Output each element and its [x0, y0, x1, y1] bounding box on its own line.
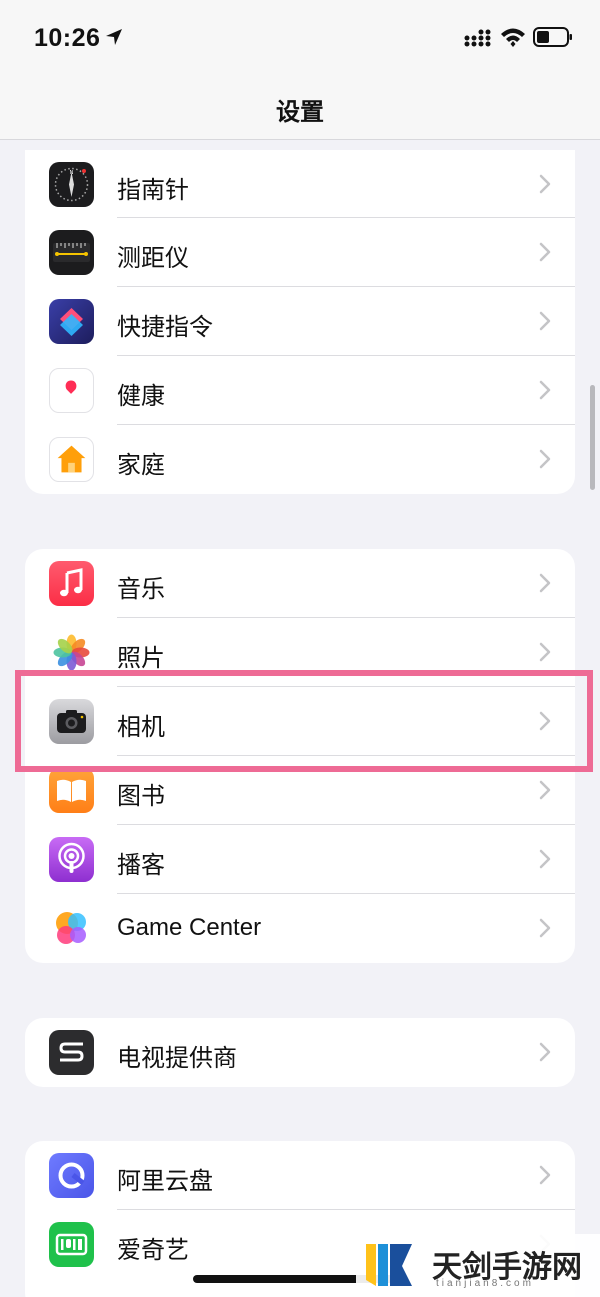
compass-icon: N — [49, 162, 94, 207]
settings-row-podcasts[interactable]: 播客 — [25, 825, 575, 894]
settings-row-shortcuts[interactable]: 快捷指令 — [25, 287, 575, 356]
settings-row-aliyun-drive[interactable]: 阿里云盘 — [25, 1141, 575, 1210]
chevron-right-icon — [539, 642, 551, 662]
watermark: 天剑手游网 tianjian8.com — [356, 1234, 600, 1297]
scroll-indicator[interactable] — [590, 385, 595, 490]
settings-row-label: 阿里云盘 — [117, 1167, 213, 1195]
camera-highlight-box — [15, 670, 593, 772]
chevron-right-icon — [539, 849, 551, 869]
chevron-right-icon — [539, 918, 551, 938]
cellular-signal-icon — [464, 29, 491, 47]
chevron-right-icon — [539, 1042, 551, 1062]
status-time: 10:26 — [34, 24, 101, 52]
chevron-right-icon — [539, 174, 551, 194]
chevron-right-icon — [539, 573, 551, 593]
settings-row-label: 家庭 — [117, 451, 165, 479]
settings-group-1: N 指南针 测距仪 快捷指令 健康 家庭 — [25, 150, 575, 494]
watermark-logo-icon — [366, 1244, 412, 1286]
settings-row-home[interactable]: 家庭 — [25, 425, 575, 494]
location-arrow-icon — [106, 29, 122, 45]
aliyun-drive-icon — [49, 1153, 94, 1198]
settings-row-label: 测距仪 — [117, 244, 189, 272]
settings-group-3: 电视提供商 — [25, 1018, 575, 1087]
music-icon — [49, 561, 94, 606]
navigation-bar: 设置 — [0, 80, 600, 140]
settings-row-label: 爱奇艺 — [117, 1236, 189, 1264]
game-center-icon — [49, 906, 94, 951]
chevron-right-icon — [539, 1165, 551, 1185]
measure-icon — [49, 230, 94, 275]
chevron-right-icon — [539, 380, 551, 400]
settings-row-measure[interactable]: 测距仪 — [25, 218, 575, 287]
chevron-right-icon — [539, 311, 551, 331]
settings-row-label: 指南针 — [117, 176, 189, 204]
iqiyi-icon — [49, 1222, 94, 1267]
settings-row-tv-provider[interactable]: 电视提供商 — [25, 1018, 575, 1087]
settings-row-label: Game Center — [117, 914, 262, 941]
settings-row-label: 电视提供商 — [117, 1044, 237, 1072]
home-icon — [49, 437, 94, 482]
chevron-right-icon — [539, 780, 551, 800]
settings-row-label: 健康 — [117, 382, 165, 410]
podcasts-icon — [49, 837, 94, 882]
health-icon — [49, 368, 94, 413]
watermark-subtitle: tianjian8.com — [436, 1278, 534, 1289]
svg-text:N: N — [70, 170, 74, 176]
page-title: 设置 — [276, 99, 324, 126]
settings-row-label: 图书 — [117, 782, 165, 810]
photos-icon — [49, 630, 94, 675]
settings-row-label: 播客 — [117, 851, 165, 879]
settings-row-label: 快捷指令 — [117, 313, 213, 341]
tv-provider-icon — [49, 1030, 94, 1075]
settings-row-compass[interactable]: N 指南针 — [25, 150, 575, 218]
status-bar: 10:26 — [0, 0, 600, 80]
battery-icon — [533, 27, 572, 47]
wifi-icon — [501, 28, 525, 47]
settings-row-label: 音乐 — [117, 575, 165, 603]
chevron-right-icon — [539, 242, 551, 262]
settings-row-music[interactable]: 音乐 — [25, 549, 575, 618]
settings-row-health[interactable]: 健康 — [25, 356, 575, 425]
chevron-right-icon — [539, 449, 551, 469]
settings-row-game-center[interactable]: Game Center — [25, 894, 575, 963]
books-icon — [49, 768, 94, 813]
shortcuts-icon — [49, 299, 94, 344]
settings-row-label: 照片 — [117, 644, 165, 672]
